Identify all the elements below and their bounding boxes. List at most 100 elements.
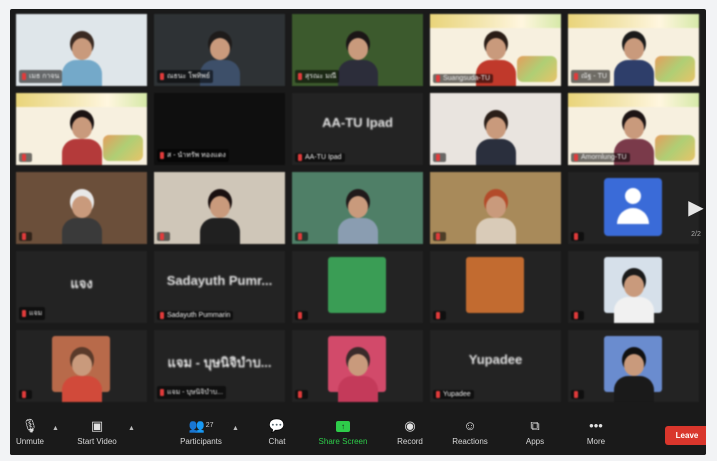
participant-tile[interactable]: Yupadee Yupadee bbox=[430, 330, 561, 402]
zoom-window: เมธ กาจน ณธนะ โพทิพย์ สุรณะ มณี Suangsuda-T… bbox=[10, 9, 706, 455]
participant-video bbox=[337, 192, 378, 244]
participant-tile[interactable]: AA-TU Ipad AA-TU Ipad bbox=[292, 93, 423, 165]
participant-name-tag: Yupadee bbox=[433, 390, 474, 399]
participant-tile[interactable]: Sadayuth Pumr... Sadayuth Pummarin bbox=[154, 251, 285, 323]
participant-tile[interactable]: ณธนะ โพทิพย์ bbox=[154, 14, 285, 86]
more-icon: ••• bbox=[589, 418, 603, 433]
participant-tile[interactable] bbox=[568, 251, 699, 323]
apps-button[interactable]: ⧉ Apps bbox=[518, 417, 552, 453]
participant-tile[interactable]: Suangsuda-TU bbox=[430, 14, 561, 86]
video-options-caret-icon[interactable]: ▲ bbox=[128, 425, 135, 432]
muted-mic-icon bbox=[436, 233, 440, 240]
participant-name: แจม bbox=[29, 310, 43, 317]
muted-mic-icon bbox=[436, 312, 440, 319]
reactions-icon: ☺ bbox=[463, 418, 477, 433]
participant-name-tag: แจม bbox=[19, 307, 46, 320]
participant-name-tag: AA-TU Ipad bbox=[295, 153, 345, 162]
muted-mic-icon bbox=[298, 73, 302, 80]
participant-name: ณัฐ - TU bbox=[581, 73, 607, 80]
participant-tile[interactable] bbox=[154, 172, 285, 244]
participant-name-tag: ส - นำทรัพ ทองแดง bbox=[157, 149, 229, 162]
start-video-button[interactable]: ▣ Start Video bbox=[68, 417, 126, 453]
participant-tile[interactable] bbox=[292, 172, 423, 244]
video-off-icon: ▣ bbox=[90, 418, 104, 433]
virtual-background-art bbox=[655, 135, 695, 161]
participant-tile[interactable] bbox=[16, 93, 147, 165]
participant-tile[interactable] bbox=[430, 93, 561, 165]
participant-tile[interactable] bbox=[568, 172, 699, 244]
muted-mic-icon bbox=[22, 310, 26, 317]
participant-name: Yupadee bbox=[443, 391, 471, 398]
participant-name-tag: Suangsuda-TU bbox=[433, 74, 494, 83]
participants-options-caret-icon[interactable]: ▲ bbox=[232, 425, 239, 432]
more-label: More bbox=[586, 437, 606, 446]
muted-mic-icon bbox=[298, 312, 302, 319]
participant-display-name: Yupadee bbox=[468, 352, 523, 367]
muted-mic-icon bbox=[22, 391, 26, 398]
participant-photo bbox=[466, 257, 524, 313]
participant-tile[interactable]: สุรณะ มณี bbox=[292, 14, 423, 86]
participant-tile[interactable]: แจง แจม bbox=[16, 251, 147, 323]
share-screen-button[interactable]: ↑ Share Screen bbox=[312, 417, 374, 453]
participant-name-tag: สุรณะ มณี bbox=[295, 70, 340, 83]
participant-name: Amornlung-TU bbox=[581, 154, 627, 161]
participant-name: สุรณะ มณี bbox=[305, 73, 337, 80]
participant-video bbox=[337, 350, 378, 402]
muted-mic-icon bbox=[22, 73, 26, 80]
participant-tile[interactable]: Amornlung-TU bbox=[568, 93, 699, 165]
virtual-background-art bbox=[103, 135, 143, 161]
participants-button[interactable]: 👥27 Participants bbox=[172, 417, 230, 453]
chat-label: Chat bbox=[268, 437, 286, 446]
default-avatar-icon bbox=[604, 178, 662, 236]
muted-mic-icon bbox=[22, 233, 26, 240]
reactions-button[interactable]: ☺ Reactions bbox=[447, 417, 493, 453]
participant-tile[interactable]: ส - นำทรัพ ทองแดง bbox=[154, 93, 285, 165]
next-page-arrow-icon[interactable]: ▶ bbox=[686, 195, 706, 235]
participant-name-tag bbox=[295, 390, 308, 399]
participant-name: AA-TU Ipad bbox=[305, 154, 342, 161]
participant-video bbox=[613, 271, 654, 323]
muted-mic-icon bbox=[160, 152, 164, 159]
participant-name-tag bbox=[571, 390, 584, 399]
participant-tile[interactable] bbox=[430, 172, 561, 244]
participant-tile[interactable]: เมธ กาจน bbox=[16, 14, 147, 86]
apps-label: Apps bbox=[525, 437, 545, 446]
chat-button[interactable]: 💬 Chat bbox=[260, 417, 294, 453]
participant-tile[interactable]: ณัฐ - TU bbox=[568, 14, 699, 86]
participant-name-tag bbox=[433, 153, 446, 162]
muted-mic-icon bbox=[574, 312, 578, 319]
participant-tile[interactable] bbox=[16, 172, 147, 244]
page-indicator: 2/2 bbox=[691, 231, 701, 238]
participant-video bbox=[475, 113, 516, 165]
leave-button[interactable]: Leave bbox=[665, 426, 706, 445]
participant-name-tag bbox=[295, 311, 308, 320]
participant-tile[interactable]: แจม - บุษนิจิบำบ... แจม - บุษนิจิบำบ... bbox=[154, 330, 285, 402]
muted-mic-icon bbox=[160, 389, 164, 396]
mic-off-icon: 🎙 bbox=[21, 418, 39, 433]
participant-tile[interactable] bbox=[568, 330, 699, 402]
participant-name-tag: เมธ กาจน bbox=[19, 70, 63, 83]
more-button[interactable]: ••• More bbox=[578, 417, 614, 453]
participant-tile[interactable] bbox=[292, 330, 423, 402]
participant-video bbox=[613, 350, 654, 402]
participant-name-tag bbox=[433, 232, 446, 241]
record-button[interactable]: ◉ Record bbox=[390, 417, 430, 453]
participant-tile[interactable] bbox=[16, 330, 147, 402]
participant-video bbox=[61, 350, 102, 402]
participant-name-tag bbox=[19, 390, 32, 399]
participant-video bbox=[61, 34, 102, 86]
participant-tile[interactable] bbox=[430, 251, 561, 323]
participant-count: 27 bbox=[205, 422, 214, 429]
video-grid: เมธ กาจน ณธนะ โพทิพย์ สุรณะ มณี Suangsuda-T… bbox=[16, 14, 700, 409]
audio-options-caret-icon[interactable]: ▲ bbox=[52, 425, 59, 432]
unmute-button[interactable]: 🎙 Unmute bbox=[10, 417, 50, 453]
muted-mic-icon bbox=[160, 312, 164, 319]
start-video-label: Start Video bbox=[77, 437, 117, 446]
participant-tile[interactable] bbox=[292, 251, 423, 323]
muted-mic-icon bbox=[298, 233, 302, 240]
virtual-background-art bbox=[655, 56, 695, 82]
participants-icon: 👥27 bbox=[188, 418, 214, 433]
muted-mic-icon bbox=[574, 154, 578, 161]
participant-name: เมธ กาจน bbox=[29, 73, 60, 80]
virtual-background-banner bbox=[430, 14, 561, 28]
